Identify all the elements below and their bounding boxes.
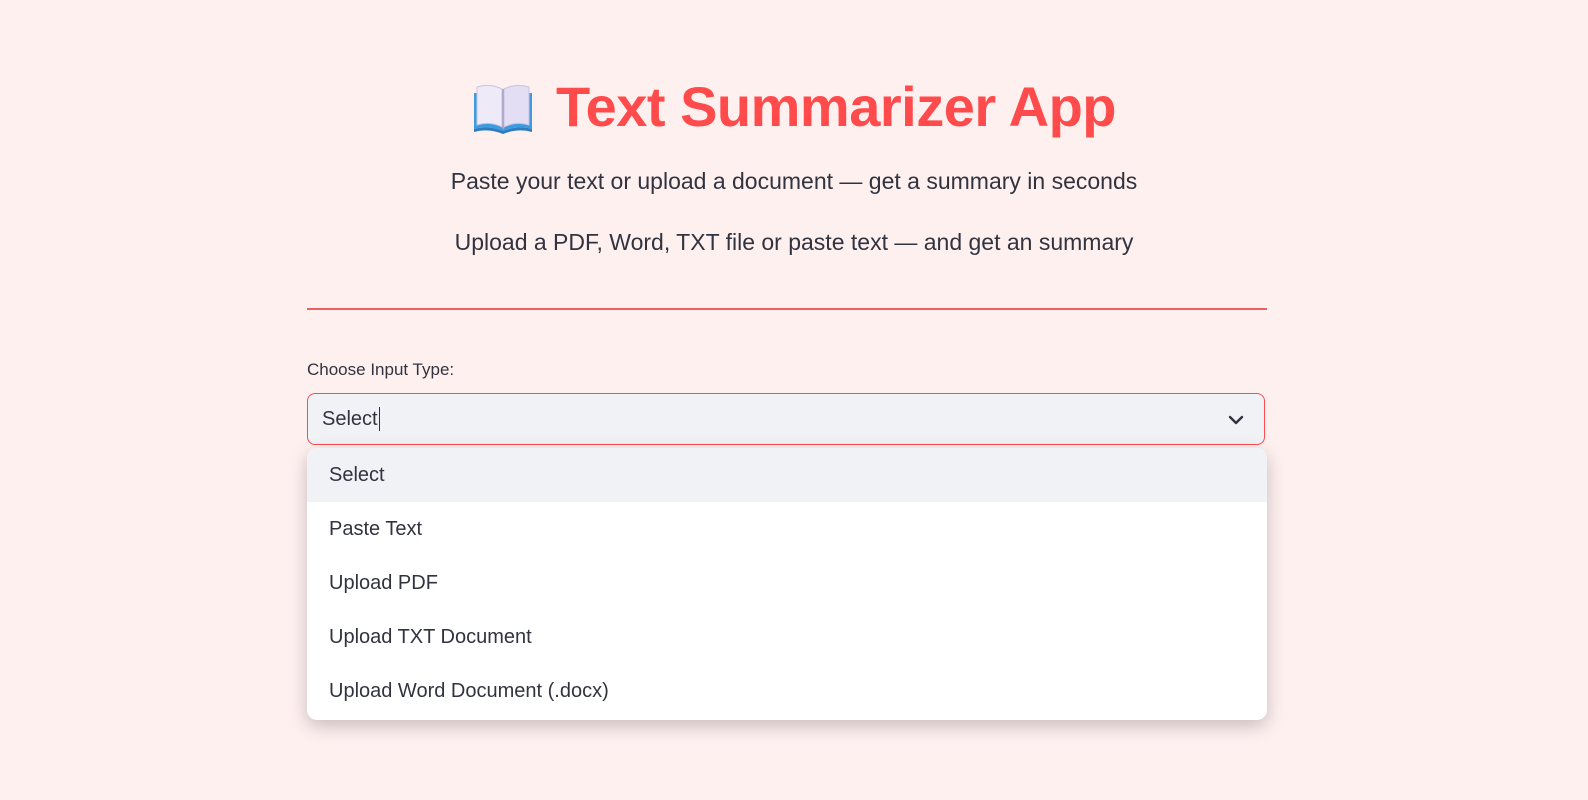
subtitle-tagline: Paste your text or upload a document — g… [450,168,1138,194]
text-caret [378,407,380,431]
chevron-down-icon[interactable] [1226,410,1246,430]
open-book-icon [472,79,534,135]
option-upload-docx[interactable]: Upload Word Document (.docx) [307,664,1267,718]
subtitle-instructions: Upload a PDF, Word, TXT file or paste te… [454,229,1134,255]
page-title: Text Summarizer App [556,75,1116,138]
option-select[interactable]: Select [307,448,1267,502]
input-type-dropdown-menu: Select Paste Text Upload PDF Upload TXT … [307,448,1267,720]
option-paste-text[interactable]: Paste Text [307,502,1267,556]
option-upload-txt[interactable]: Upload TXT Document [307,610,1267,664]
divider [307,308,1267,310]
title-row: Text Summarizer App [0,72,1588,142]
option-upload-pdf[interactable]: Upload PDF [307,556,1267,610]
select-current-value: Select [322,407,378,430]
input-type-select[interactable]: Select [307,393,1265,445]
input-type-label: Choose Input Type: [307,360,455,379]
